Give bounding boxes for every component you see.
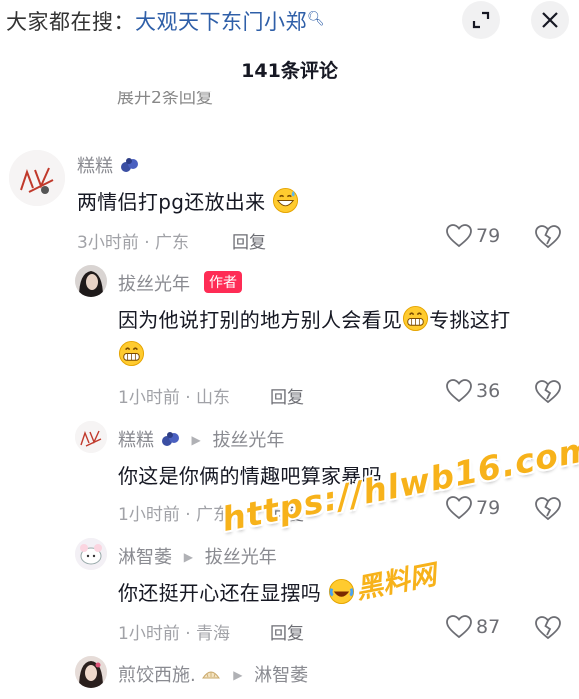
blueberry-sticker-icon [161,432,179,446]
comment-text: 两情侣打pg还放出来 [77,186,299,215]
dumpling-sticker-icon [202,671,221,679]
avatar-photo-icon [75,265,107,297]
reply-button[interactable]: 回复 [270,619,304,644]
like-count: 87 [476,616,501,638]
comment-username[interactable]: 煎饺西施. ▶ 淋智萎 [118,661,308,687]
laugh-cry-emoji-icon [328,578,354,605]
comment-count-title: 141条评论 [241,60,338,82]
heart-icon [446,379,472,403]
reply-to-username[interactable]: 淋智萎 [254,665,308,686]
comment-text-continued [118,340,145,367]
dislike-broken-heart-icon[interactable] [535,497,561,521]
like-count: 36 [476,380,501,402]
grin-emoji-icon [403,305,429,332]
like-button[interactable]: 79 [446,224,500,248]
reply-arrow-icon: ▶ [233,668,243,682]
grin-sweat-emoji-icon [273,187,299,214]
heart-icon [446,615,472,639]
like-button[interactable]: 87 [446,615,500,639]
comment-text: 你还挺开心还在显摆吗 [118,577,355,606]
grin-emoji-icon [118,340,145,367]
like-count: 79 [476,497,501,519]
dislike-broken-heart-icon[interactable] [535,225,561,249]
avatar-sketch-icon [9,150,65,206]
comment-meta: 1小时前 · 青海 [118,624,231,644]
comment-text: 因为他说打别的地方别人会看见 专挑这打 [118,304,510,333]
reply-to-username[interactable]: 拔丝光年 [205,547,277,568]
avatar-sketch-icon [75,421,107,453]
top-bar: 大家都在搜：大观天下东门小郑🔍︎ [0,0,579,40]
comment-username[interactable]: 糕糕 [77,152,139,178]
comment-meta: 3小时前 · 广东 [77,233,190,253]
avatar[interactable] [75,538,107,570]
comment-text-partial: ​ [117,690,537,699]
avatar-cartoon-icon [75,538,107,570]
reply-arrow-icon: ▶ [191,433,201,447]
avatar[interactable] [9,150,65,206]
avatar-photo-icon [75,656,107,688]
like-count: 79 [476,225,501,247]
heart-icon [446,224,472,248]
like-button[interactable]: 36 [446,379,500,403]
search-term-link[interactable]: 大观天下东门小郑 [135,10,307,34]
avatar[interactable] [75,421,107,453]
search-prefix-label: 大家都在搜： [6,10,135,34]
search-suggestion[interactable]: 大家都在搜：大观天下东门小郑🔍︎ [6,6,325,36]
like-button[interactable]: 79 [446,496,500,520]
comment-username[interactable]: 拔丝光年 [118,270,190,296]
comment-username[interactable]: 糕糕 ▶ 拔丝光年 [118,426,284,452]
comment-meta: 1小时前 · 广东 [118,505,231,525]
reply-button[interactable]: 回复 [270,383,304,408]
reply-to-username[interactable]: 拔丝光年 [212,430,284,451]
expand-icon [472,11,490,29]
author-badge: 作者 [204,271,242,293]
dislike-broken-heart-icon[interactable] [535,616,561,640]
comment-meta: 1小时前 · 山东 [118,388,231,408]
dislike-broken-heart-icon[interactable] [535,380,561,404]
expand-button[interactable] [462,1,500,39]
close-button[interactable] [531,1,569,39]
blueberry-sticker-icon [120,158,138,172]
avatar[interactable] [75,265,107,297]
avatar[interactable] [75,656,107,688]
search-icon: 🔍︎ [307,11,326,27]
expand-replies-partial[interactable]: 展开2条回复 [117,91,317,105]
heart-icon [446,496,472,520]
close-icon [542,12,558,28]
reply-button[interactable]: 回复 [232,228,266,253]
watermark-site-name: 黑料网 [353,559,439,606]
comment-username[interactable]: 淋智萎 ▶ 拔丝光年 [118,543,277,569]
reply-arrow-icon: ▶ [183,550,193,564]
